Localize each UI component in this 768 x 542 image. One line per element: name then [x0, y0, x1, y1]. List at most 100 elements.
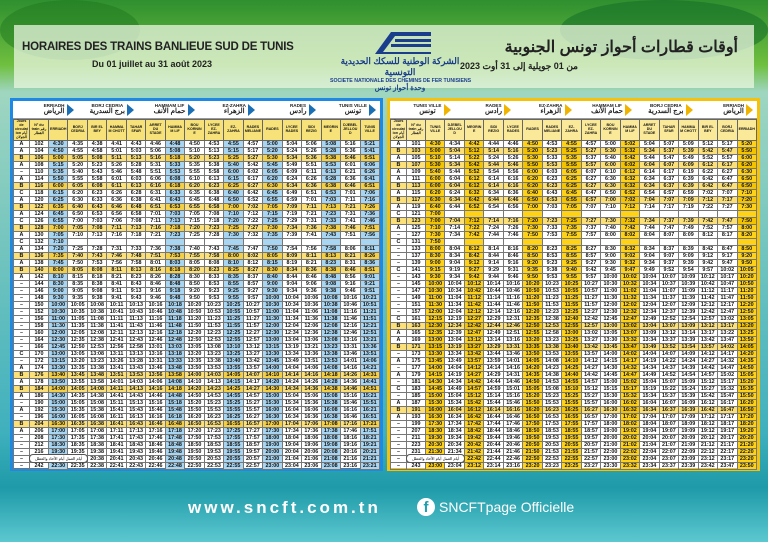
time-cell: 19:55: [223, 447, 244, 456]
time-cell: 14:28: [320, 377, 342, 386]
time-cell: 6:03: [125, 174, 147, 183]
time-cell: 6:54: [483, 202, 504, 211]
train-type: B: [13, 153, 30, 162]
time-cell: 13:34: [639, 335, 660, 344]
time-cell: 18:46: [502, 426, 524, 435]
time-cell: 8:48: [164, 279, 186, 288]
time-cell: 13:01: [145, 342, 166, 351]
time-cell: 6:09: [678, 160, 699, 169]
train-number: 170: [29, 349, 49, 358]
time-cell: 7:20: [223, 216, 244, 225]
station-group-label: HAMMAM LIF حمام الأنف: [591, 103, 623, 115]
time-cell: 9:34: [444, 272, 465, 281]
time-cell: 7:01: [301, 195, 322, 204]
time-cell: 13:02: [717, 314, 738, 323]
time-cell: 6:05: [561, 167, 582, 176]
time-cell: 10:30: [262, 300, 283, 309]
station-group-ar: رادس: [289, 108, 307, 116]
time-cell: 18:06: [301, 433, 322, 442]
time-cell: 4:55: [67, 146, 88, 155]
time-cell: 21:21: [359, 454, 380, 463]
time-cell: 9:16: [340, 279, 361, 288]
table-row: A 108 5:15 5:20 5:23 5:26 5:28 5:31 5:33 5:35 5:38…: [13, 160, 380, 169]
time-cell: 14:49: [639, 370, 660, 379]
time-cell: 6:36: [106, 195, 127, 204]
time-cell: 22:50: [184, 461, 205, 470]
time-cell: 15:39: [678, 391, 699, 400]
time-cell: 20:53: [203, 454, 225, 463]
column-header-station: ERRIADH: [736, 119, 757, 141]
website-link[interactable]: www.sncft.com.tn: [188, 498, 381, 518]
time-cell: 16:30: [262, 412, 283, 421]
time-cell: 12:55: [561, 321, 582, 330]
time-cell: 5:51: [145, 167, 166, 176]
time-cell: 6:22: [697, 167, 719, 176]
time-cell: 7:10: [736, 188, 757, 197]
time-cell: 6:32: [619, 181, 641, 190]
time-cell: 7:33: [320, 216, 342, 225]
time-cell: 16:50: [522, 412, 543, 421]
time-cell: 7:58: [320, 244, 342, 253]
time-cell: 7:16: [106, 230, 127, 239]
time-cell: 11:34: [639, 293, 660, 302]
train-type: B: [390, 405, 407, 414]
time-cell: 7:24: [483, 223, 504, 232]
time-cell: 14:16: [301, 370, 322, 379]
time-cell: 12:51: [359, 328, 380, 337]
time-cell: 9:42: [463, 272, 485, 281]
time-cell: 9:47: [619, 265, 641, 274]
time-cell: 6:46: [106, 202, 127, 211]
time-cell: 10:55: [223, 307, 244, 316]
time-cell: 18:50: [184, 440, 205, 449]
time-cell: 19:02: [619, 426, 641, 435]
time-cell: 14:05: [522, 356, 543, 365]
time-cell: 7:23: [164, 230, 186, 239]
time-cell: 15:53: [541, 398, 563, 407]
time-cell: 5:34: [639, 146, 660, 155]
time-cell: 10:41: [106, 307, 127, 316]
time-cell: 9:07: [658, 251, 680, 260]
time-cell: 13:59: [483, 356, 504, 365]
time-cell: 11:16: [502, 293, 524, 302]
time-cell: 11:16: [145, 314, 166, 323]
time-cell: 12:19: [444, 314, 465, 323]
time-cell: 17:02: [619, 412, 641, 421]
time-cell: 10:38: [86, 307, 108, 316]
table-row: –223 20:30 20:34 20:42 20:44 20:46 20:50 20:53 2…: [390, 440, 757, 449]
time-cell: 5:20: [522, 146, 543, 155]
time-cell: 8:00: [47, 265, 69, 274]
time-cell: 8:51: [359, 265, 380, 274]
time-cell: 7:35: [262, 230, 283, 239]
time-cell: 6:00: [47, 181, 69, 190]
time-cell: 12:39: [444, 328, 465, 337]
table-row: A 125 7:10 7:14 7:22 7:24 7:26 7:30 7:33 7:35 7:37…: [390, 223, 757, 232]
station-group-label: HAMMAM LIF حمام الأنف: [154, 103, 186, 115]
time-cell: 8:46: [502, 251, 524, 260]
time-cell: 16:14: [483, 405, 504, 414]
time-cell: 15:30: [262, 398, 283, 407]
train-type: –: [390, 461, 407, 470]
time-cell: 8:53: [203, 279, 225, 288]
time-cell: 8:05: [262, 251, 283, 260]
train-number: 147: [406, 286, 426, 295]
time-cell: 6:05: [67, 181, 88, 190]
time-cell: 14:35: [67, 391, 88, 400]
time-cell: 7:07: [580, 202, 602, 211]
time-cell: 10:57: [242, 307, 264, 316]
time-cell: [736, 237, 757, 246]
time-cell: 16:20: [522, 405, 543, 414]
time-cell: 8:15: [262, 258, 283, 267]
time-cell: 22:30: [47, 461, 69, 470]
time-cell: 6:30: [262, 181, 283, 190]
time-cell: 10:34: [444, 286, 465, 295]
time-cell: 11:12: [697, 286, 719, 295]
time-cell: [541, 209, 563, 218]
facebook-link[interactable]: f SNCFTpage Officielle: [417, 498, 574, 516]
time-cell: 13:58: [164, 370, 186, 379]
time-cell: 5:11: [106, 153, 127, 162]
time-cell: 15:20: [736, 377, 757, 386]
time-cell: 14:04: [639, 349, 660, 358]
time-cell: 11:11: [106, 314, 127, 323]
table-row: A 178 13:50 13:55 13:58 14:01 14:03 14:06 14:08 1…: [13, 377, 380, 386]
time-cell: 8:34: [444, 251, 465, 260]
